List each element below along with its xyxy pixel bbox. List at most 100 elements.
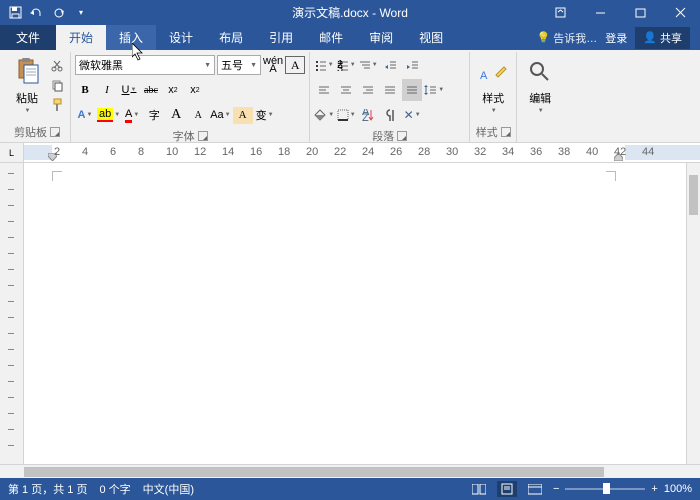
font-size-combo[interactable]: 五号▼ xyxy=(217,55,261,75)
find-button[interactable]: 编辑 ▼ xyxy=(521,54,559,116)
zoom-in-button[interactable]: + xyxy=(651,483,657,495)
multilevel-list-button[interactable]: ▼ xyxy=(358,54,378,76)
ribbon-options-button[interactable] xyxy=(540,0,580,25)
underline-button[interactable]: U▼ xyxy=(119,79,139,101)
vertical-scrollbar[interactable] xyxy=(686,163,700,464)
tab-mail[interactable]: 邮件 xyxy=(306,25,356,50)
word-count[interactable]: 0 个字 xyxy=(99,481,130,497)
styles-dialog-launcher[interactable] xyxy=(501,127,511,137)
clipboard-dialog-launcher[interactable] xyxy=(50,127,60,137)
ruler: L 24681012141618202224262830323436384042… xyxy=(0,143,700,163)
group-editing: 编辑 ▼ xyxy=(517,52,563,142)
chevron-down-icon: ▼ xyxy=(25,108,31,114)
strikethrough-button[interactable]: abc xyxy=(141,79,161,101)
tab-selector[interactable]: L xyxy=(0,143,24,162)
close-button[interactable] xyxy=(660,0,700,25)
share-button[interactable]: 👤共享 xyxy=(635,27,690,49)
margin-corner-tr xyxy=(606,171,616,181)
page-indicator[interactable]: 第 1 页，共 1 页 xyxy=(8,481,87,497)
zoom-slider[interactable] xyxy=(565,488,645,490)
borders-button[interactable]: ▼ xyxy=(336,104,356,126)
tab-review[interactable]: 审阅 xyxy=(356,25,406,50)
zoom-level[interactable]: 100% xyxy=(664,483,692,495)
align-left-button[interactable] xyxy=(314,79,334,101)
distribute-button[interactable] xyxy=(402,79,422,101)
phonetic-guide-button[interactable]: wénA xyxy=(263,54,283,76)
font-color-button[interactable]: A▼ xyxy=(122,104,142,126)
char-border-button[interactable]: A xyxy=(285,56,305,74)
highlight-button[interactable]: ab▼ xyxy=(97,104,120,126)
shading-button[interactable]: ▼ xyxy=(314,104,334,126)
styles-button[interactable]: A 样式 ▼ xyxy=(474,54,512,116)
align-center-button[interactable] xyxy=(336,79,356,101)
horizontal-scrollbar[interactable] xyxy=(0,464,700,478)
styles-icon: A xyxy=(478,56,508,88)
increase-indent-button[interactable] xyxy=(402,54,422,76)
subscript-button[interactable]: x2 xyxy=(163,79,183,101)
scroll-thumb[interactable] xyxy=(24,467,604,477)
page[interactable] xyxy=(24,163,686,464)
vertical-ruler[interactable] xyxy=(0,163,24,464)
qat-customize[interactable]: ▾ xyxy=(71,3,91,23)
char-shading-button[interactable]: 变▼ xyxy=(255,104,275,126)
zoom-out-button[interactable]: − xyxy=(553,483,559,495)
svg-text:A: A xyxy=(480,70,488,82)
person-icon: 👤 xyxy=(643,31,657,44)
tab-view[interactable]: 视图 xyxy=(406,25,456,50)
tab-references[interactable]: 引用 xyxy=(256,25,306,50)
grow-font-button[interactable]: A xyxy=(166,104,186,126)
bulb-icon: 💡 xyxy=(537,31,551,44)
clipboard-icon xyxy=(12,56,42,88)
bullets-button[interactable]: ▼ xyxy=(314,54,334,76)
login-link[interactable]: 登录 xyxy=(605,30,627,46)
undo-button[interactable] xyxy=(27,3,47,23)
group-styles: A 样式 ▼ 样式 xyxy=(470,52,517,142)
decrease-indent-button[interactable] xyxy=(380,54,400,76)
bold-button[interactable]: B xyxy=(75,79,95,101)
tab-home[interactable]: 开始 xyxy=(56,25,106,50)
document-area xyxy=(0,163,700,464)
show-marks-button[interactable] xyxy=(380,104,400,126)
window-controls xyxy=(540,0,700,25)
web-layout-button[interactable] xyxy=(525,481,545,497)
zoom-control: − + 100% xyxy=(553,483,692,495)
window-title: 演示文稿.docx - Word xyxy=(292,4,408,21)
read-mode-button[interactable] xyxy=(469,481,489,497)
enclose-char-button[interactable]: 字 xyxy=(144,104,164,126)
scroll-thumb[interactable] xyxy=(689,175,698,215)
zoom-thumb[interactable] xyxy=(603,483,610,494)
align-right-button[interactable] xyxy=(358,79,378,101)
search-icon xyxy=(525,56,555,88)
tab-file[interactable]: 文件 xyxy=(0,25,56,50)
numbering-button[interactable]: 123▼ xyxy=(336,54,356,76)
minimize-button[interactable] xyxy=(580,0,620,25)
shrink-font-button[interactable]: A xyxy=(188,104,208,126)
italic-button[interactable]: I xyxy=(97,79,117,101)
paste-button[interactable]: 粘贴 ▼ xyxy=(8,54,46,116)
maximize-button[interactable] xyxy=(620,0,660,25)
font-dialog-launcher[interactable] xyxy=(198,131,208,141)
print-layout-button[interactable] xyxy=(497,481,517,497)
cut-button[interactable] xyxy=(48,56,66,74)
sort-button[interactable]: AZ xyxy=(358,104,378,126)
horizontal-ruler[interactable]: 2468101214161820222426283032343638404244 xyxy=(24,143,700,162)
superscript-button[interactable]: x2 xyxy=(185,79,205,101)
tab-layout[interactable]: 布局 xyxy=(206,25,256,50)
tell-me[interactable]: 💡告诉我… xyxy=(537,30,598,46)
clear-format-button[interactable]: A xyxy=(233,107,253,124)
ribbon: 粘贴 ▼ 剪贴板 微软雅黑▼ 五号▼ wénA A B xyxy=(0,50,700,143)
asian-layout-button[interactable]: ✕▼ xyxy=(402,104,422,126)
copy-button[interactable] xyxy=(48,76,66,94)
justify-button[interactable] xyxy=(380,79,400,101)
group-clipboard: 粘贴 ▼ 剪贴板 xyxy=(4,52,71,142)
text-effects-button[interactable]: A▼ xyxy=(75,104,95,126)
cursor-icon xyxy=(132,43,146,61)
line-spacing-button[interactable]: ▼ xyxy=(424,79,444,101)
tab-design[interactable]: 设计 xyxy=(156,25,206,50)
format-painter-button[interactable] xyxy=(48,96,66,114)
redo-button[interactable] xyxy=(49,3,69,23)
change-case-button[interactable]: Aa▼ xyxy=(210,104,230,126)
paragraph-dialog-launcher[interactable] xyxy=(397,131,407,141)
language-indicator[interactable]: 中文(中国) xyxy=(143,481,194,497)
save-button[interactable] xyxy=(5,3,25,23)
